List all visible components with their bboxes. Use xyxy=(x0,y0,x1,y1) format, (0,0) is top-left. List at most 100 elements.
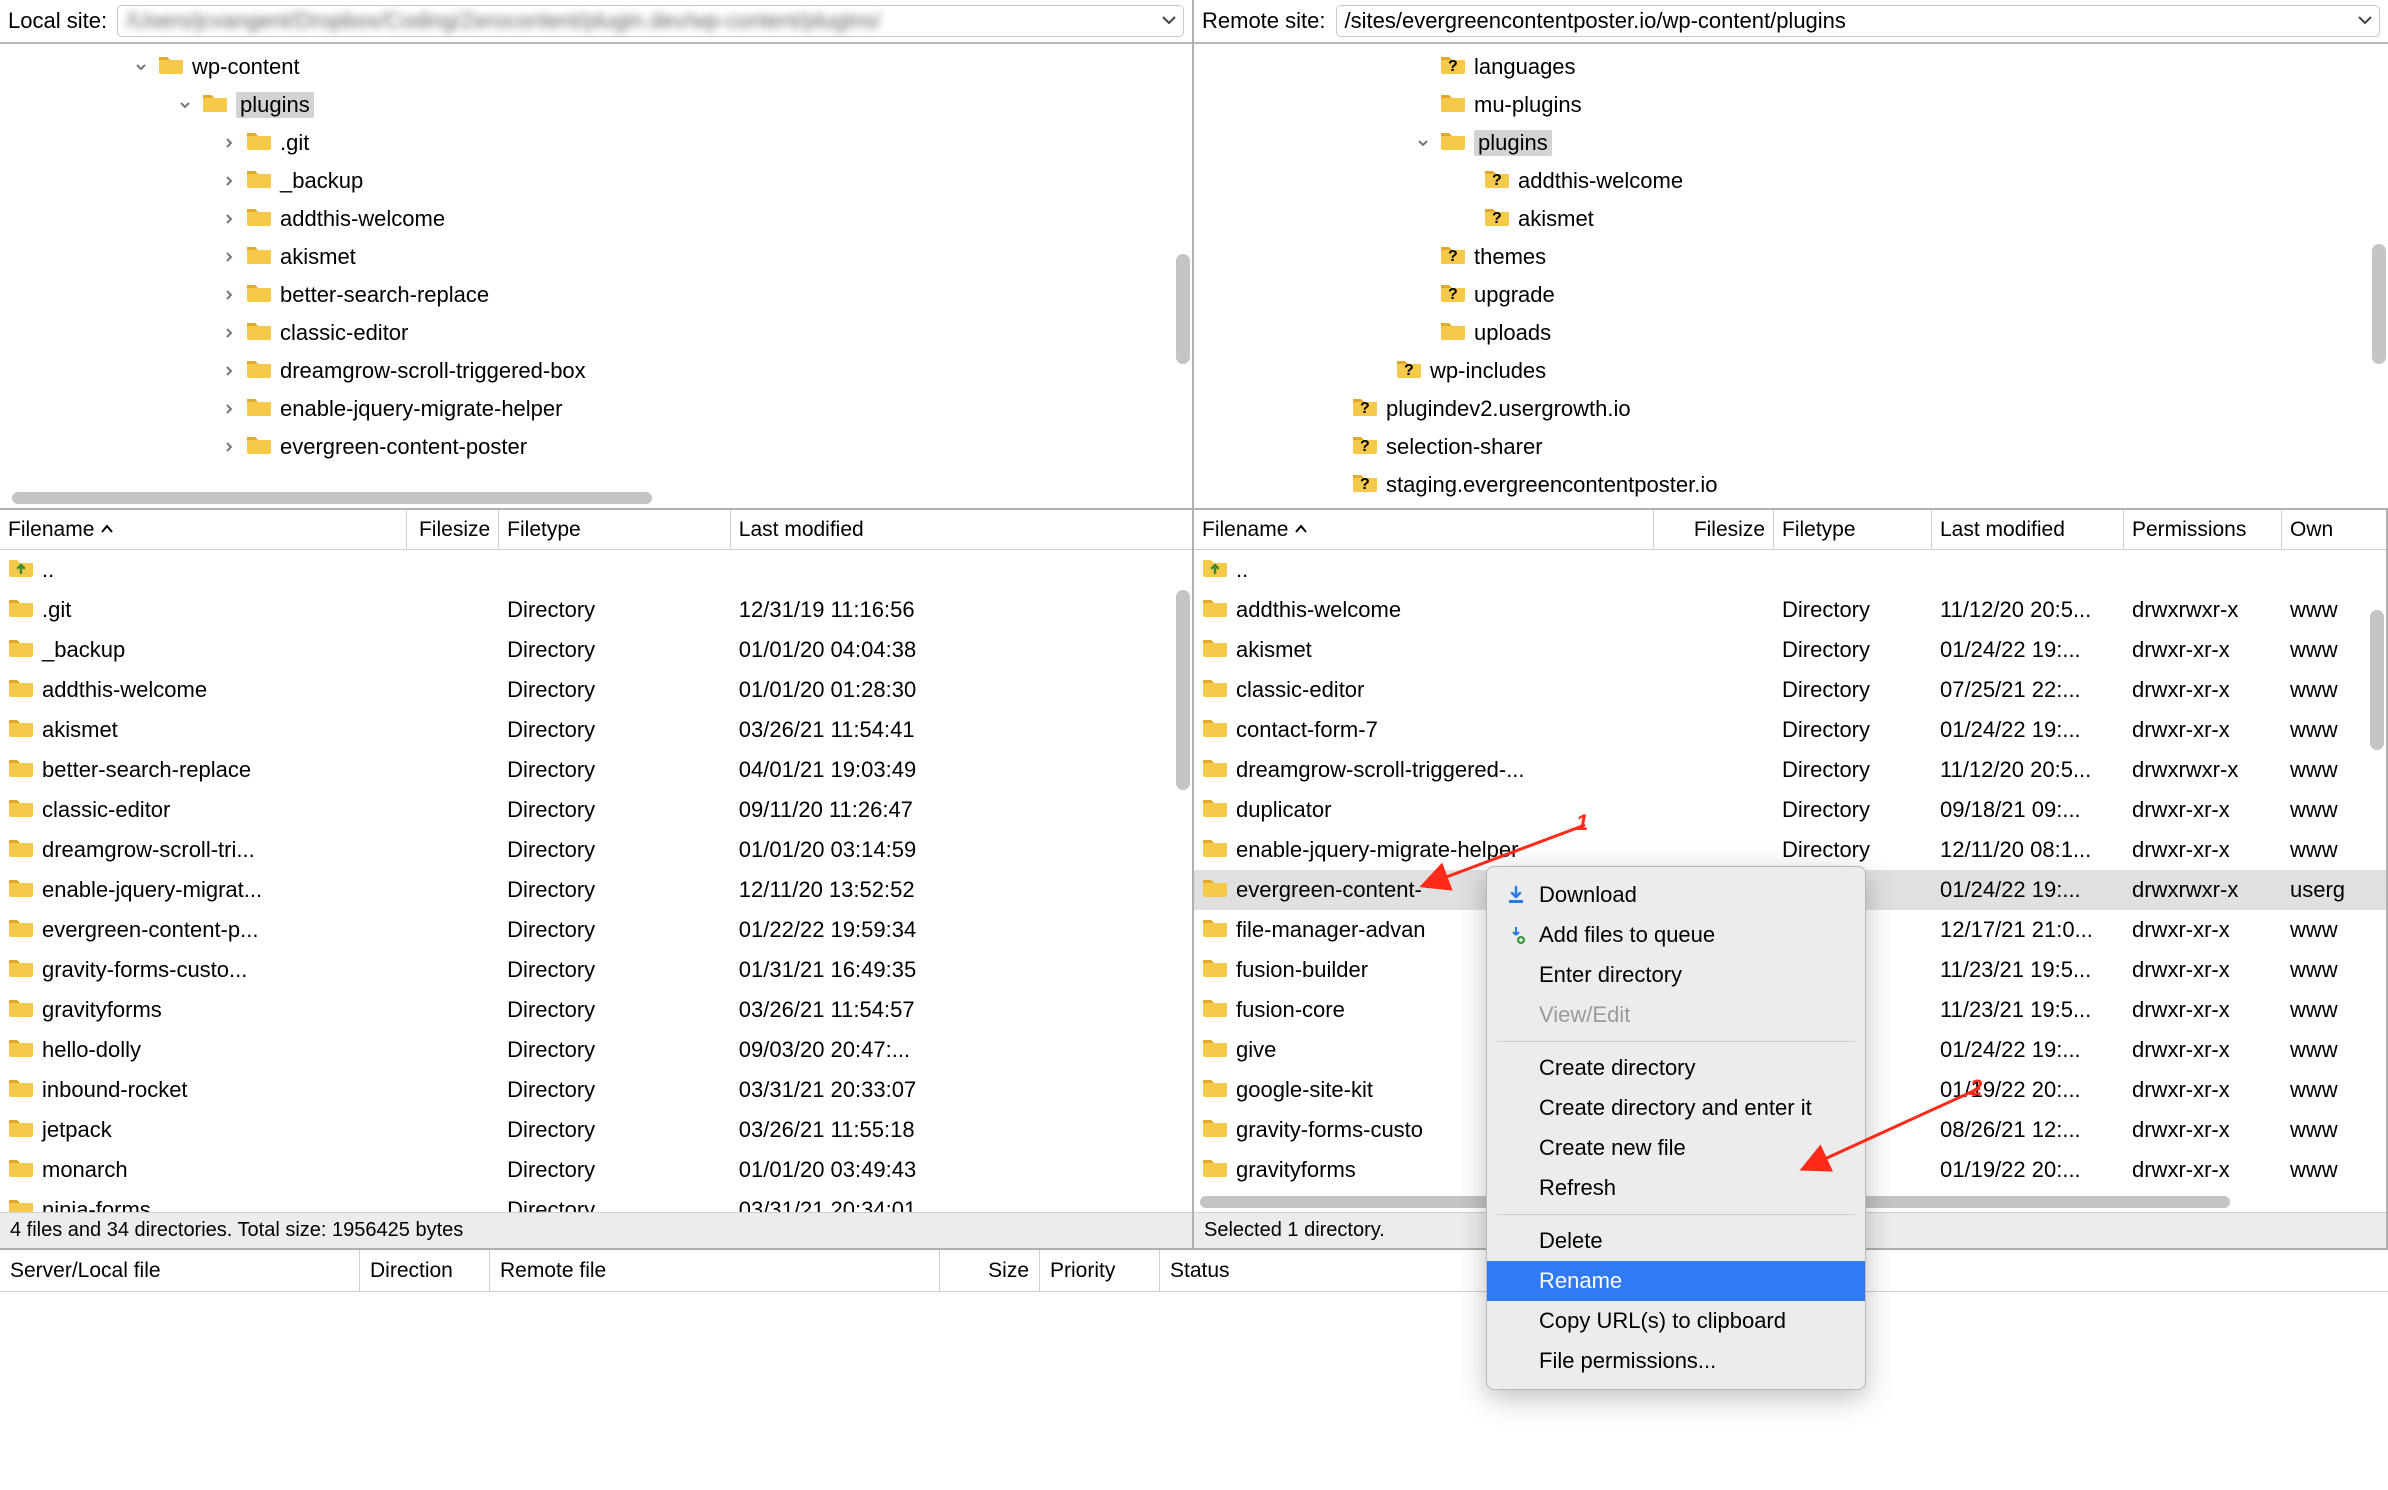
tree-item[interactable]: classic-editor xyxy=(0,314,1192,352)
col-filetype[interactable]: Filetype xyxy=(1774,510,1932,549)
list-row[interactable]: addthis-welcomeDirectory01/01/20 01:28:3… xyxy=(0,670,1192,710)
list-row[interactable]: evergreen-content-p...Directory01/22/22 … xyxy=(0,910,1192,950)
list-row[interactable]: classic-editorDirectory07/25/21 22:...dr… xyxy=(1194,670,2386,710)
disclosure-icon[interactable] xyxy=(220,136,238,150)
scrollbar-thumb[interactable] xyxy=(1176,254,1190,364)
list-row[interactable]: dreamgrow-scroll-triggered-...Directory1… xyxy=(1194,750,2386,790)
list-row[interactable]: _backupDirectory01/01/20 04:04:38 xyxy=(0,630,1192,670)
list-row[interactable]: hello-dollyDirectory09/03/20 20:47:... xyxy=(0,1030,1192,1070)
list-row[interactable]: dreamgrow-scroll-tri...Directory01/01/20… xyxy=(0,830,1192,870)
menu-copy-urls[interactable]: Copy URL(s) to clipboard xyxy=(1487,1301,1865,1341)
local-tree[interactable]: wp-contentplugins.git_backupaddthis-welc… xyxy=(0,44,1192,470)
tree-item[interactable]: .git xyxy=(0,124,1192,162)
chevron-down-icon[interactable] xyxy=(1161,8,1177,34)
tree-item[interactable]: ?staging.evergreencontentposter.io xyxy=(1194,466,2388,504)
menu-download[interactable]: Download xyxy=(1487,875,1865,915)
folder-icon xyxy=(246,243,272,271)
disclosure-icon[interactable] xyxy=(220,364,238,378)
chevron-down-icon[interactable] xyxy=(2357,8,2373,34)
tree-item[interactable]: ?upgrade xyxy=(1194,276,2388,314)
qcol-priority[interactable]: Priority xyxy=(1040,1250,1160,1291)
disclosure-icon[interactable] xyxy=(1414,136,1432,150)
tree-item[interactable]: ?wp-includes xyxy=(1194,352,2388,390)
scrollbar-thumb[interactable] xyxy=(2370,610,2384,750)
disclosure-icon[interactable] xyxy=(220,212,238,226)
list-row[interactable]: jetpackDirectory03/26/21 11:55:18 xyxy=(0,1110,1192,1150)
local-path-input[interactable]: /Users/jcvangent/Dropbox/Coding/Zerocont… xyxy=(117,5,1184,37)
menu-enter-directory[interactable]: Enter directory xyxy=(1487,955,1865,995)
tree-item[interactable]: wp-content xyxy=(0,48,1192,86)
menu-create-directory-enter[interactable]: Create directory and enter it xyxy=(1487,1088,1865,1128)
tree-item[interactable]: ?akismet xyxy=(1194,200,2388,238)
col-filename[interactable]: Filename xyxy=(1194,510,1654,549)
disclosure-icon[interactable] xyxy=(176,98,194,112)
tree-item[interactable]: better-search-replace xyxy=(0,276,1192,314)
list-row[interactable]: inbound-rocketDirectory03/31/21 20:33:07 xyxy=(0,1070,1192,1110)
menu-create-directory[interactable]: Create directory xyxy=(1487,1048,1865,1088)
list-row[interactable]: .. xyxy=(0,550,1192,590)
list-row[interactable]: enable-jquery-migrat...Directory12/11/20… xyxy=(0,870,1192,910)
disclosure-icon[interactable] xyxy=(220,250,238,264)
local-list-body[interactable]: ...gitDirectory12/31/19 11:16:56_backupD… xyxy=(0,550,1192,1212)
disclosure-icon[interactable] xyxy=(132,60,150,74)
tree-item[interactable]: enable-jquery-migrate-helper xyxy=(0,390,1192,428)
disclosure-icon[interactable] xyxy=(220,326,238,340)
col-owner[interactable]: Own xyxy=(2282,510,2382,549)
tree-item[interactable]: ?languages xyxy=(1194,48,2388,86)
list-row[interactable]: .gitDirectory12/31/19 11:16:56 xyxy=(0,590,1192,630)
tree-item[interactable]: ?plugindev2.usergrowth.io xyxy=(1194,390,2388,428)
menu-delete[interactable]: Delete xyxy=(1487,1221,1865,1261)
remote-path-input[interactable]: /sites/evergreencontentposter.io/wp-cont… xyxy=(1336,5,2381,37)
menu-add-queue[interactable]: Add files to queue xyxy=(1487,915,1865,955)
tree-item[interactable]: ?addthis-welcome xyxy=(1194,162,2388,200)
tree-item[interactable]: ?themes xyxy=(1194,238,2388,276)
list-row[interactable]: duplicatorDirectory09/18/21 09:...drwxr-… xyxy=(1194,790,2386,830)
list-row[interactable]: monarchDirectory01/01/20 03:49:43 xyxy=(0,1150,1192,1190)
disclosure-icon[interactable] xyxy=(220,288,238,302)
tree-item[interactable]: plugins xyxy=(1194,124,2388,162)
tree-item[interactable]: uploads xyxy=(1194,314,2388,352)
col-last-modified[interactable]: Last modified xyxy=(1932,510,2124,549)
list-row[interactable]: enable-jquery-migrate-helperDirectory12/… xyxy=(1194,830,2386,870)
col-permissions[interactable]: Permissions xyxy=(2124,510,2282,549)
qcol-direction[interactable]: Direction xyxy=(360,1250,490,1291)
tree-item[interactable]: dreamgrow-scroll-triggered-box xyxy=(0,352,1192,390)
menu-refresh[interactable]: Refresh xyxy=(1487,1168,1865,1208)
tree-item[interactable]: akismet xyxy=(0,238,1192,276)
col-filesize[interactable]: Filesize xyxy=(407,510,499,549)
tree-item[interactable]: evergreen-content-poster xyxy=(0,428,1192,466)
col-last-modified[interactable]: Last modified xyxy=(731,510,1192,549)
qcol-serverfile[interactable]: Server/Local file xyxy=(0,1250,360,1291)
tree-item[interactable]: plugins xyxy=(0,86,1192,124)
list-row[interactable]: ninja-formsDirectory03/31/21 20:34:01 xyxy=(0,1190,1192,1212)
col-filesize[interactable]: Filesize xyxy=(1654,510,1774,549)
disclosure-icon[interactable] xyxy=(220,402,238,416)
scrollbar-thumb[interactable] xyxy=(2372,244,2386,364)
horizontal-scrollbar[interactable] xyxy=(0,490,1192,508)
list-row[interactable]: .. xyxy=(1194,550,2386,590)
qcol-remotefile[interactable]: Remote file xyxy=(490,1250,940,1291)
disclosure-icon[interactable] xyxy=(220,174,238,188)
menu-rename[interactable]: Rename xyxy=(1487,1261,1865,1301)
menu-file-permissions[interactable]: File permissions... xyxy=(1487,1341,1865,1381)
tree-item[interactable]: addthis-welcome xyxy=(0,200,1192,238)
col-filetype[interactable]: Filetype xyxy=(499,510,731,549)
list-row[interactable]: gravityformsDirectory03/26/21 11:54:57 xyxy=(0,990,1192,1030)
qcol-size[interactable]: Size xyxy=(940,1250,1040,1291)
scrollbar-thumb[interactable] xyxy=(1176,590,1190,790)
menu-create-new-file[interactable]: Create new file xyxy=(1487,1128,1865,1168)
list-row[interactable]: classic-editorDirectory09/11/20 11:26:47 xyxy=(0,790,1192,830)
list-row[interactable]: better-search-replaceDirectory04/01/21 1… xyxy=(0,750,1192,790)
disclosure-icon[interactable] xyxy=(220,440,238,454)
list-row[interactable]: addthis-welcomeDirectory11/12/20 20:5...… xyxy=(1194,590,2386,630)
tree-item[interactable]: _backup xyxy=(0,162,1192,200)
col-filename[interactable]: Filename xyxy=(0,510,407,549)
tree-item[interactable]: mu-plugins xyxy=(1194,86,2388,124)
tree-item[interactable]: ?selection-sharer xyxy=(1194,428,2388,466)
remote-tree[interactable]: ?languagesmu-pluginsplugins?addthis-welc… xyxy=(1194,44,2388,508)
qcol-status[interactable]: Status xyxy=(1160,1250,1410,1291)
list-row[interactable]: gravity-forms-custo...Directory01/31/21 … xyxy=(0,950,1192,990)
list-row[interactable]: akismetDirectory01/24/22 19:...drwxr-xr-… xyxy=(1194,630,2386,670)
list-row[interactable]: contact-form-7Directory01/24/22 19:...dr… xyxy=(1194,710,2386,750)
list-row[interactable]: akismetDirectory03/26/21 11:54:41 xyxy=(0,710,1192,750)
